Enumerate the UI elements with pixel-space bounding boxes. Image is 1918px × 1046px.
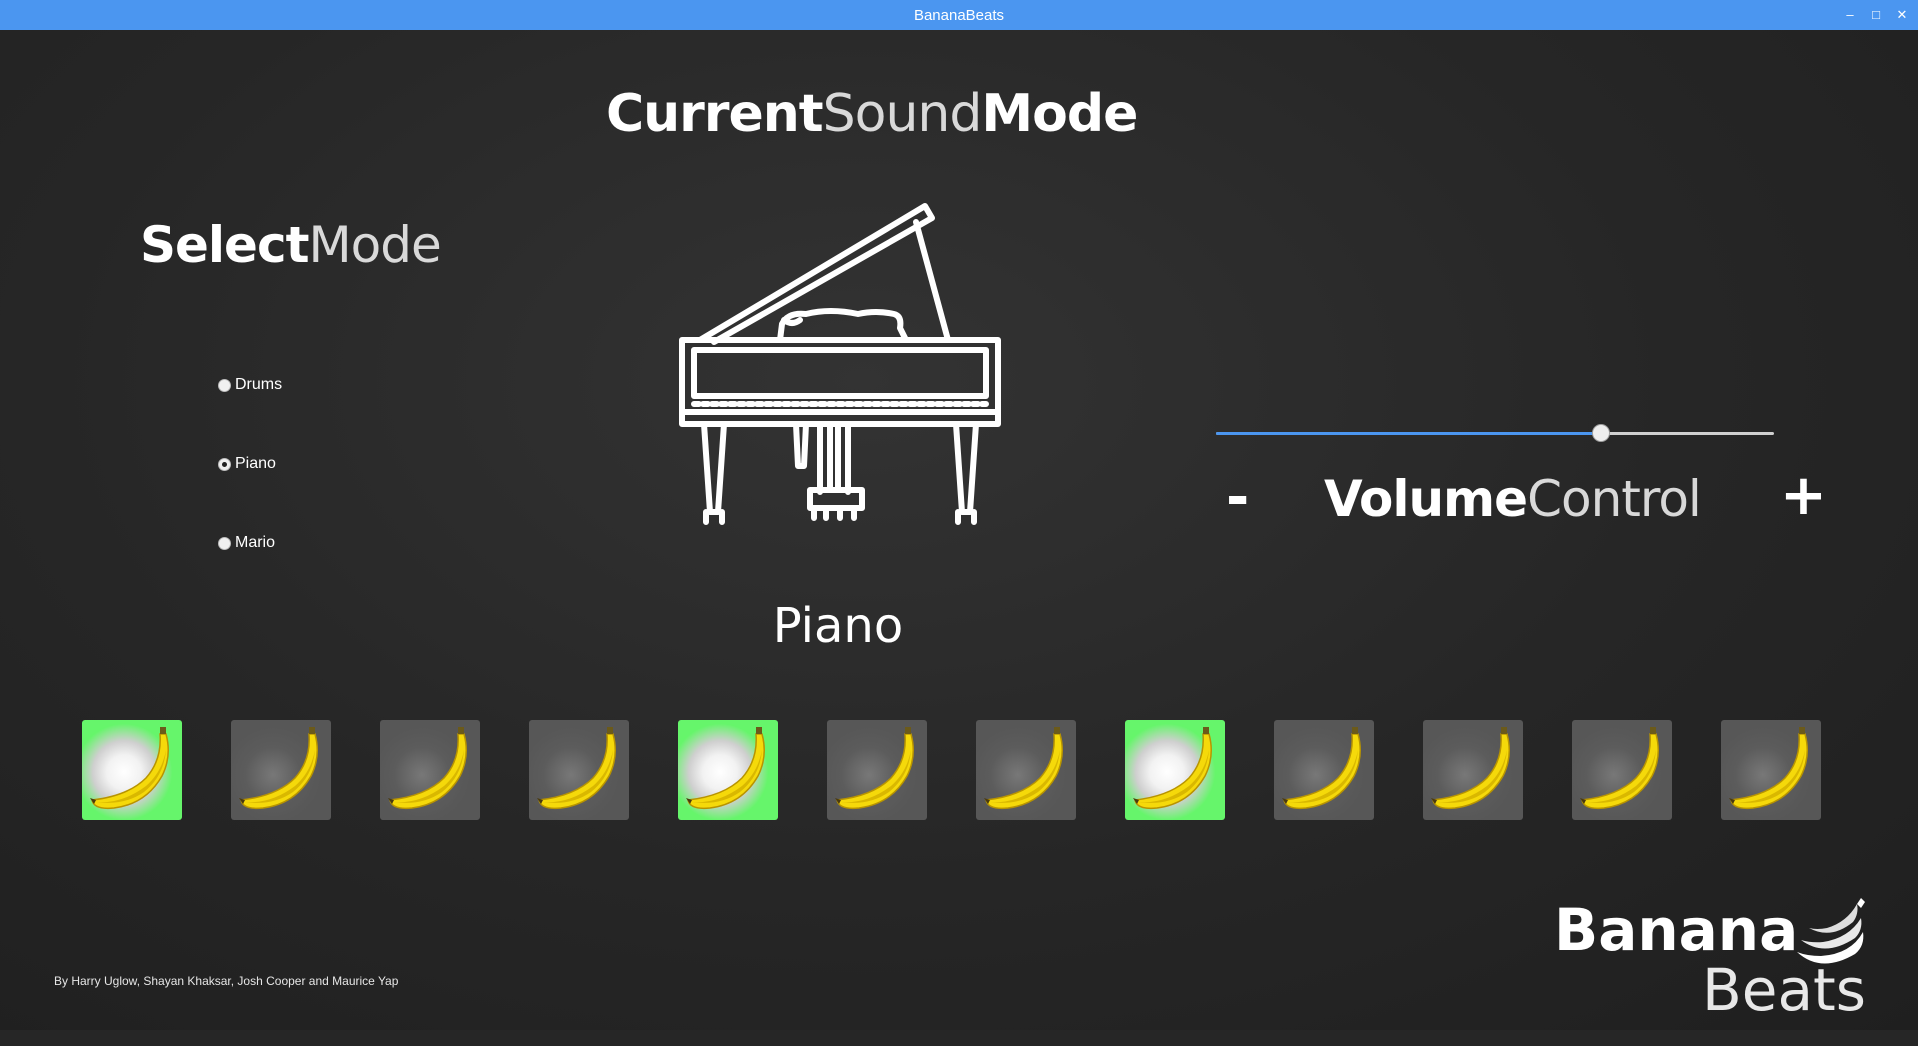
window-controls: ‒ □ ✕ — [1842, 0, 1910, 30]
heading-part: Sound — [822, 84, 983, 144]
banana-icon — [835, 727, 914, 810]
banana-icon — [537, 727, 616, 810]
banana-icon — [1580, 727, 1659, 810]
grand-piano-icon — [679, 203, 1001, 525]
banana-icon — [984, 727, 1063, 810]
banana-pad[interactable] — [1721, 720, 1821, 820]
volume-down-button[interactable]: - — [1226, 466, 1249, 530]
volume-control-heading: VolumeControl — [1324, 470, 1702, 528]
mode-option-mario[interactable]: Mario — [218, 534, 275, 552]
title-bar: BananaBeats ‒ □ ✕ — [0, 0, 1918, 30]
mode-option-piano[interactable]: Piano — [218, 455, 276, 473]
radio-button[interactable] — [218, 457, 231, 471]
banana-pad[interactable] — [1423, 720, 1523, 820]
heading-part: Mode — [981, 84, 1138, 144]
banana-pad[interactable] — [976, 720, 1076, 820]
brand-name-top: Banana — [1554, 896, 1799, 964]
window-title: BananaBeats — [913, 6, 1005, 24]
heading-part: Mode — [308, 216, 442, 274]
select-mode-heading: SelectMode — [140, 216, 442, 274]
banana-pad[interactable] — [678, 720, 778, 820]
banana-pad[interactable] — [380, 720, 480, 820]
banana-pad[interactable] — [1274, 720, 1374, 820]
heading-part: Control — [1527, 470, 1702, 528]
brand-logo: Banana Beats — [1548, 896, 1888, 1046]
banana-icon — [388, 727, 467, 810]
mode-option-label: Mario — [235, 534, 276, 551]
banana-icon — [1282, 727, 1361, 810]
banana-pad[interactable] — [82, 720, 182, 820]
current-sound-mode-heading: CurrentSoundMode — [606, 84, 1138, 144]
close-button[interactable]: ✕ — [1894, 7, 1910, 23]
slider-thumb[interactable] — [1592, 424, 1610, 442]
banana-bunch-icon — [1797, 898, 1865, 964]
mode-option-label: Drums — [235, 376, 283, 393]
minimize-button[interactable]: ‒ — [1842, 7, 1858, 23]
heading-part: Select — [140, 216, 310, 274]
mode-option-label: Piano — [235, 455, 276, 472]
volume-up-button[interactable]: + — [1780, 464, 1827, 528]
banana-icon — [90, 727, 169, 810]
banana-pad[interactable] — [529, 720, 629, 820]
credits-text: By Harry Uglow, Shayan Khaksar, Josh Coo… — [54, 974, 399, 988]
mode-option-drums[interactable]: Drums — [218, 376, 282, 394]
banana-pad[interactable] — [827, 720, 927, 820]
banana-icon — [686, 727, 765, 810]
volume-slider[interactable] — [1216, 418, 1774, 448]
radio-button[interactable] — [218, 536, 231, 550]
main-content: CurrentSoundMode SelectMode Drums Piano … — [0, 30, 1918, 1030]
banana-pad[interactable] — [231, 720, 331, 820]
heading-part: Current — [606, 84, 824, 144]
radio-button[interactable] — [218, 378, 231, 392]
banana-icon — [239, 727, 318, 810]
banana-icon — [1431, 727, 1510, 810]
heading-part: Volume — [1324, 470, 1528, 528]
banana-pad-row — [82, 720, 1822, 820]
banana-pad[interactable] — [1572, 720, 1672, 820]
maximize-button[interactable]: □ — [1868, 7, 1884, 23]
banana-icon — [1133, 727, 1212, 810]
banana-icon — [1729, 727, 1808, 810]
slider-fill — [1216, 432, 1601, 435]
app-window: BananaBeats ‒ □ ✕ CurrentSoundMode Selec… — [0, 0, 1918, 1030]
current-mode-name: Piano — [772, 598, 904, 654]
banana-pad[interactable] — [1125, 720, 1225, 820]
